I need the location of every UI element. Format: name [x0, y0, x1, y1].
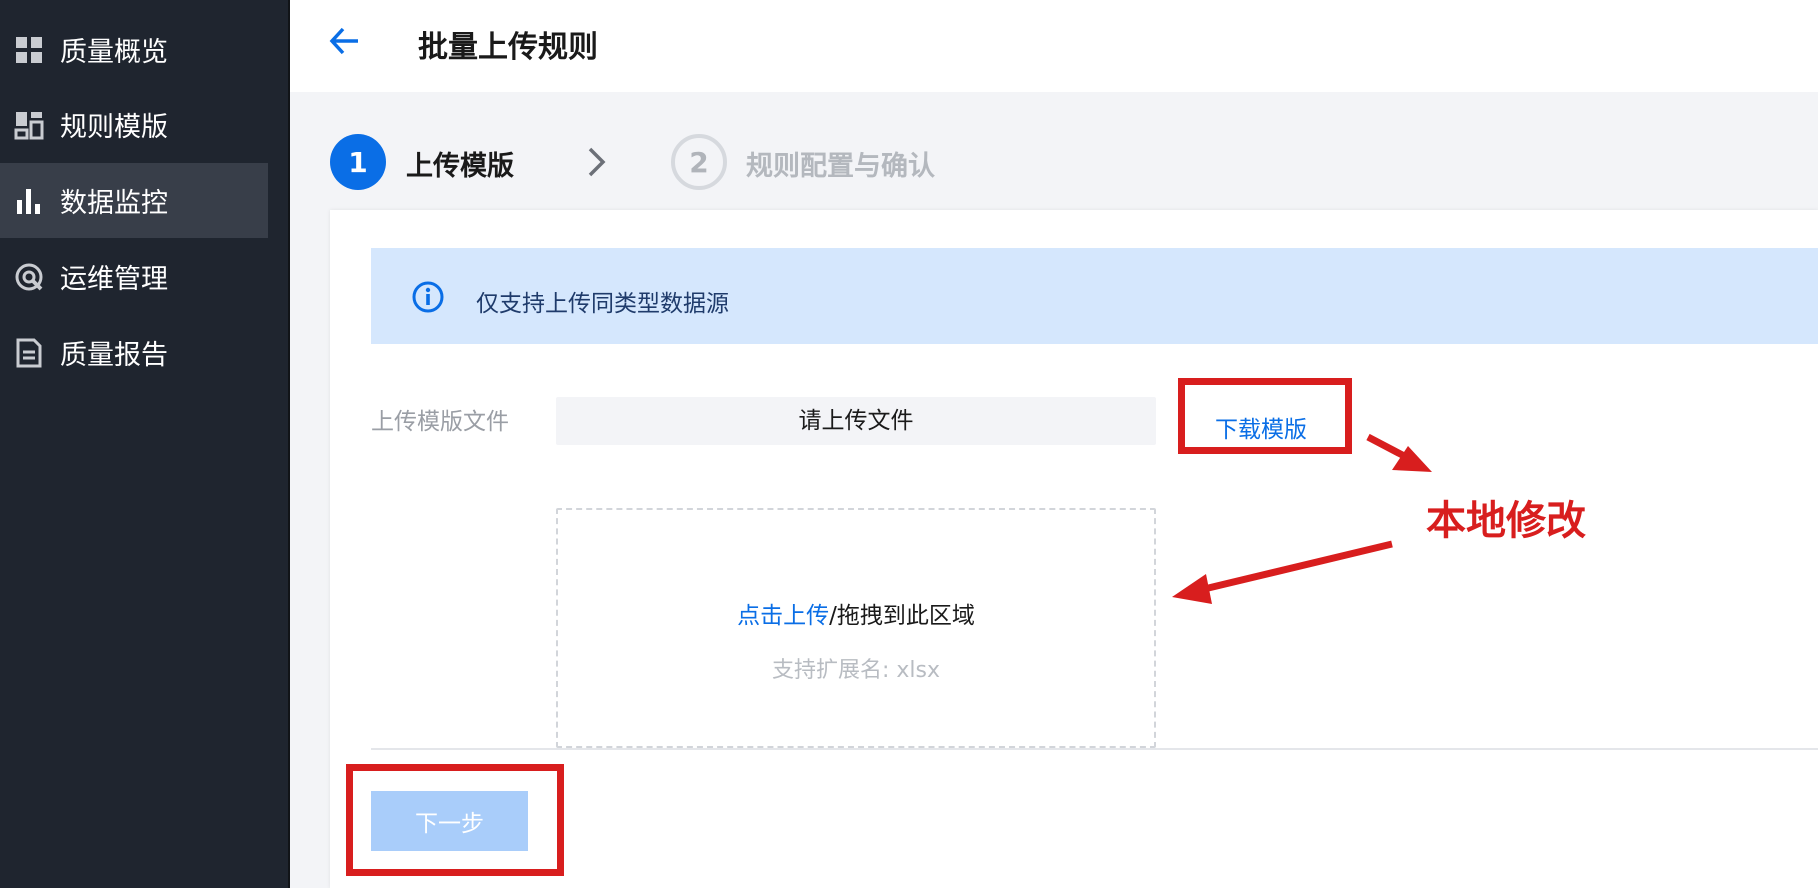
grid-icon: [14, 35, 44, 65]
sidebar-item-quality-report[interactable]: 质量报告: [0, 315, 268, 390]
report-icon: [14, 338, 44, 368]
step-1-label: 上传模版: [406, 151, 514, 182]
upload-dropzone[interactable]: 点击上传/拖拽到此区域 支持扩展名: xlsx: [556, 508, 1156, 748]
sidebar-item-label: 质量概览: [60, 37, 168, 68]
bar-chart-icon: [14, 186, 44, 216]
chevron-right-icon: [588, 147, 606, 177]
info-icon: [412, 281, 444, 313]
click-upload-link[interactable]: 点击上传: [737, 603, 829, 629]
sidebar-item-label: 数据监控: [60, 188, 168, 219]
dropzone-drag-text: /拖拽到此区域: [829, 603, 975, 629]
footer-divider: [371, 748, 1818, 750]
ops-icon: [14, 262, 44, 292]
info-banner-text: 仅支持上传同类型数据源: [476, 291, 729, 317]
upload-file-input[interactable]: [556, 397, 1156, 445]
sidebar-item-label: 运维管理: [60, 264, 168, 295]
annotation-box-download: [1178, 378, 1352, 454]
step-2-number: 2: [671, 134, 727, 190]
annotation-box-next: [346, 764, 564, 876]
sidebar-item-rule-template[interactable]: 规则模版: [0, 87, 268, 162]
sidebar-divider: [288, 0, 290, 888]
upload-field-label: 上传模版文件: [371, 409, 509, 435]
page-header: 批量上传规则: [290, 0, 1818, 92]
page-title: 批量上传规则: [418, 30, 598, 65]
back-arrow-icon[interactable]: [328, 24, 362, 58]
sidebar: 质量概览 规则模版 数据监控 运维管理 质量报告: [0, 0, 290, 888]
sidebar-item-quality-overview[interactable]: 质量概览: [0, 12, 268, 87]
sidebar-item-label: 规则模版: [60, 112, 168, 143]
annotation-text: 本地修改: [1426, 498, 1586, 544]
sidebar-item-label: 质量报告: [60, 340, 168, 371]
step-2-label: 规则配置与确认: [746, 151, 935, 182]
dropzone-hint: 支持扩展名: xlsx: [771, 658, 941, 683]
sidebar-item-data-monitor[interactable]: 数据监控: [0, 163, 268, 238]
template-icon: [14, 110, 44, 140]
sidebar-item-ops[interactable]: 运维管理: [0, 239, 268, 314]
step-1-number: 1: [330, 134, 386, 190]
dropzone-instruction: 点击上传/拖拽到此区域: [558, 596, 1154, 630]
